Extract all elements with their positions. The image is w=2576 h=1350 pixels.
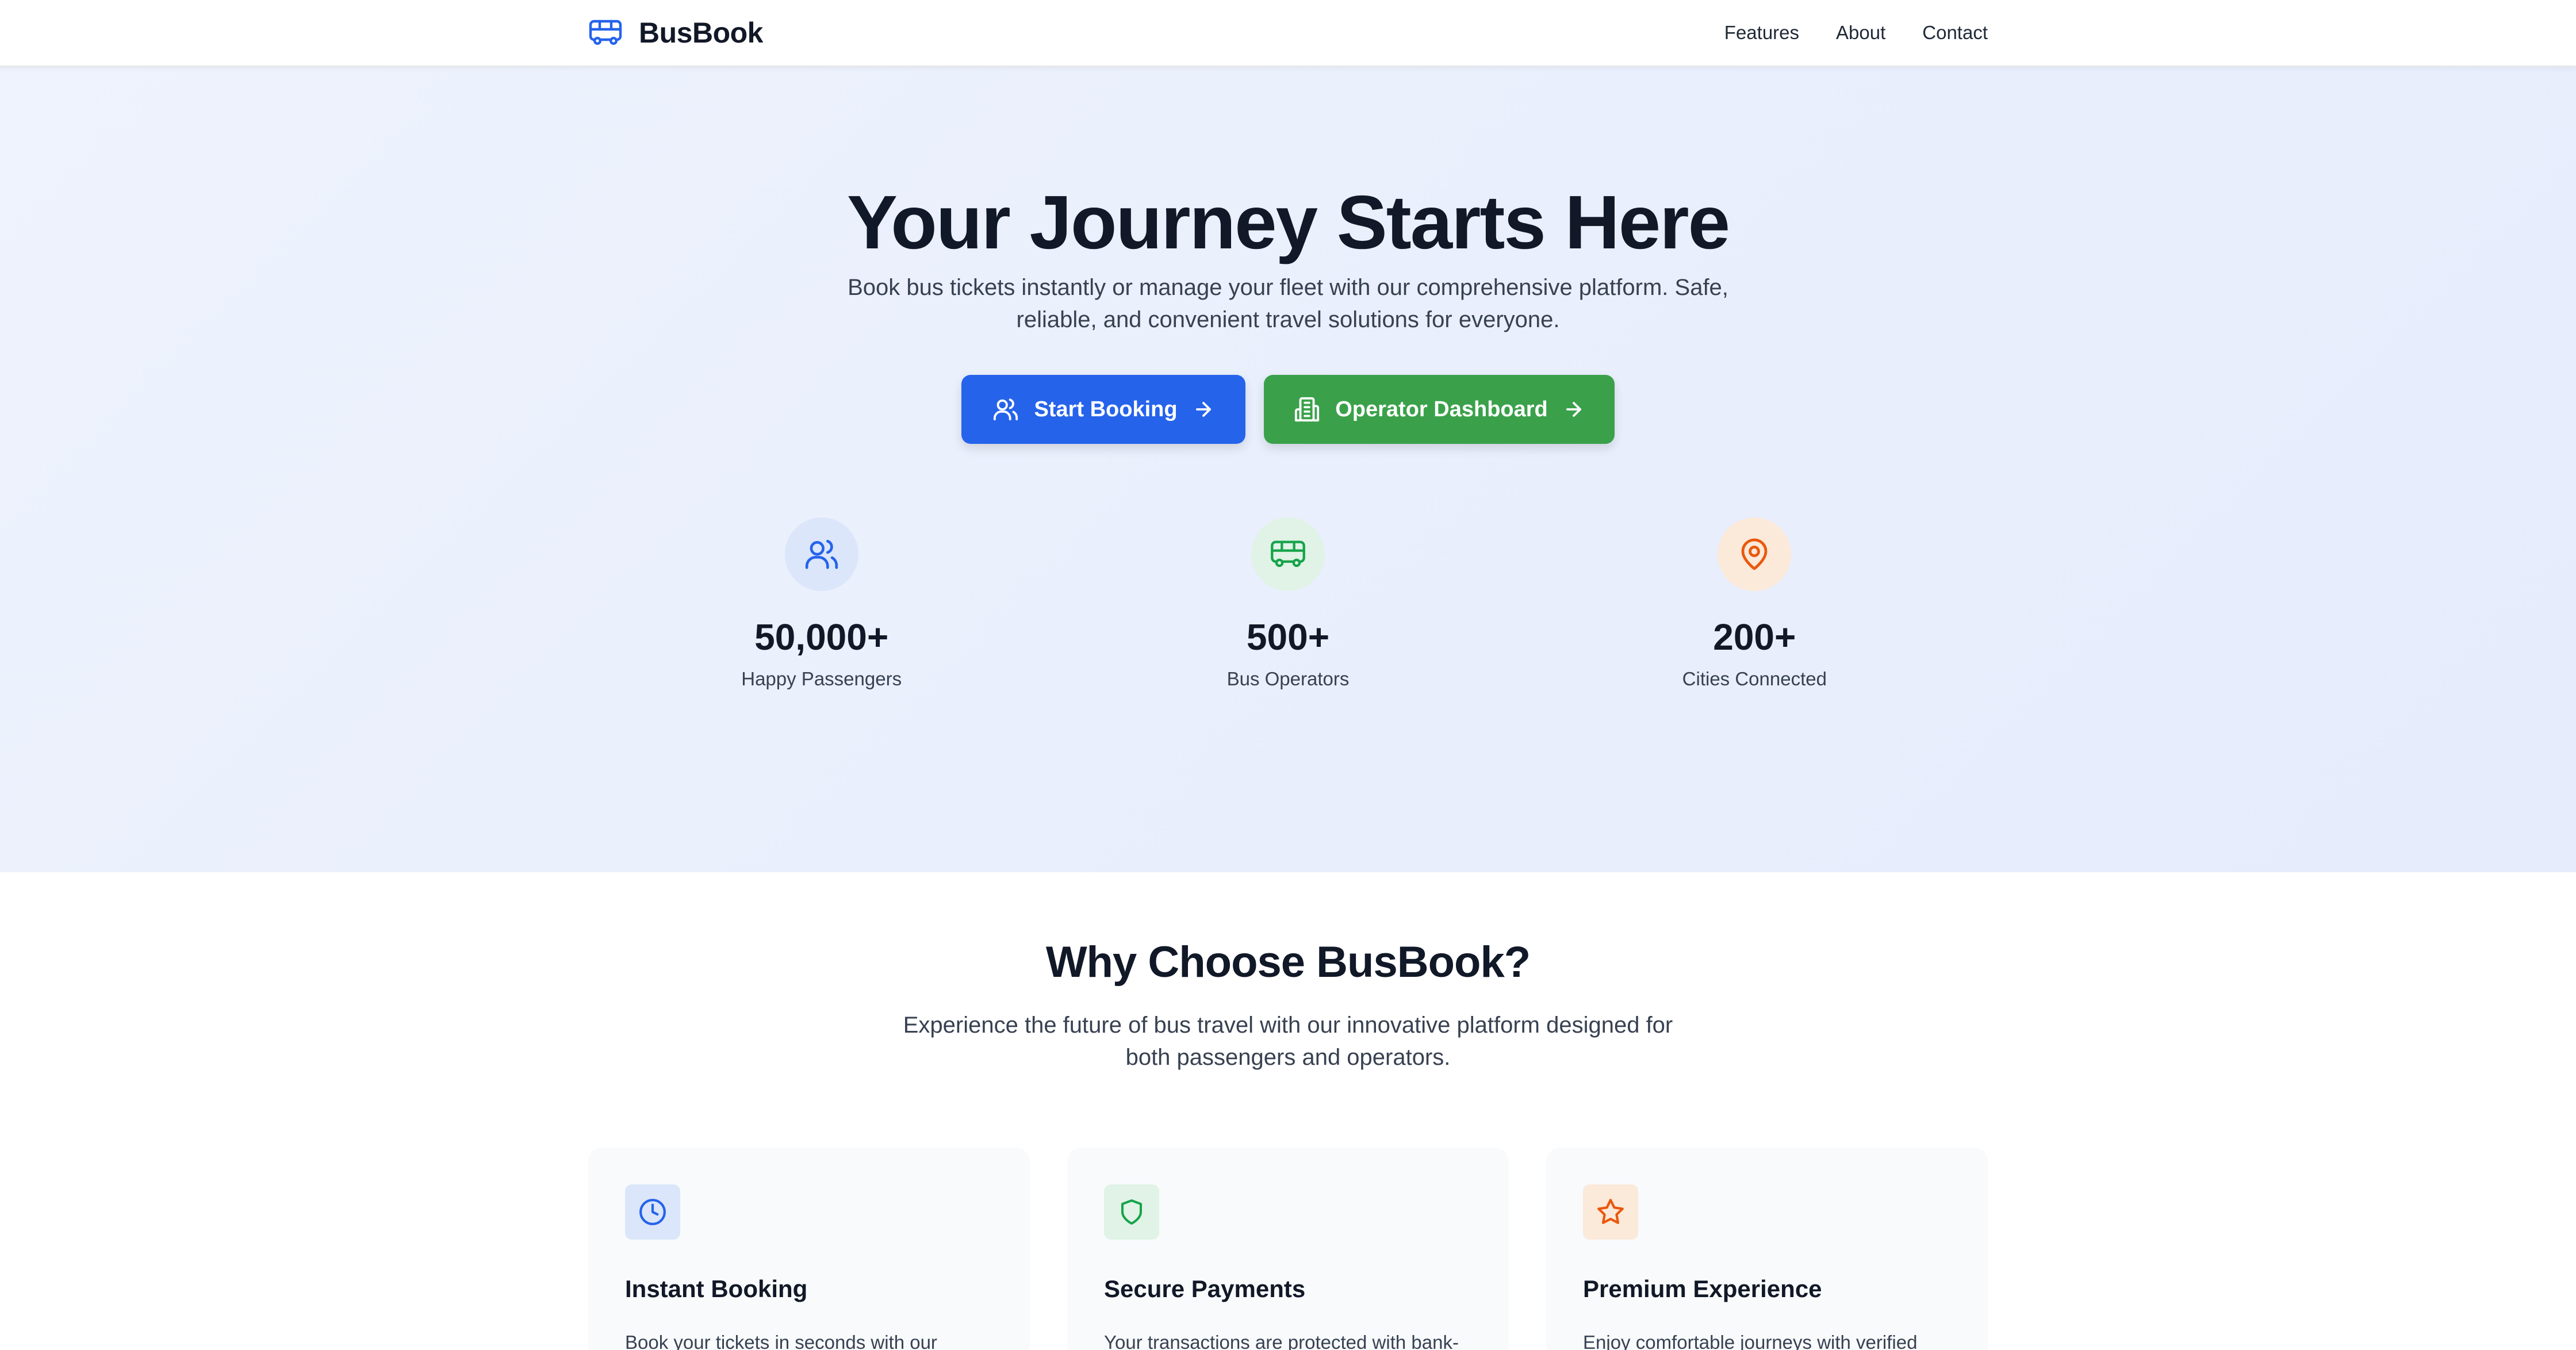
nav-link-about[interactable]: About — [1836, 22, 1885, 44]
nav-link-contact[interactable]: Contact — [1922, 22, 1988, 44]
card-title: Premium Experience — [1583, 1275, 1822, 1302]
nav-link-features[interactable]: Features — [1724, 22, 1799, 44]
top-navbar: BusBook Features About Contact — [0, 0, 2576, 67]
features-title: Why Choose BusBook? — [1045, 938, 1531, 987]
hero-subtitle: Book bus tickets instantly or manage you… — [848, 275, 1728, 332]
stat-icon-circle — [1251, 517, 1325, 591]
stat-value: 200+ — [1713, 616, 1796, 658]
features-subtitle: Experience the future of bus travel with… — [903, 1012, 1673, 1070]
clock-icon — [639, 1199, 666, 1225]
stat-passengers: 50,000+ Happy Passengers — [588, 517, 1055, 690]
feature-cards: Instant Booking Book your tickets in sec… — [588, 1148, 1988, 1350]
stat-icon-circle — [784, 517, 858, 591]
stat-operators: 500+ Bus Operators — [1055, 517, 1521, 690]
users-icon — [805, 539, 838, 569]
stats-row: 50,000+ Happy Passengers 500+ Bus Operat… — [588, 517, 1988, 690]
navbar-inner: BusBook Features About Contact — [588, 0, 1988, 66]
bus-icon — [1271, 540, 1305, 567]
star-icon — [1597, 1199, 1624, 1224]
feature-card-secure-payments: Secure Payments Your transactions are pr… — [1067, 1148, 1509, 1350]
bus-icon — [589, 20, 622, 45]
card-title: Instant Booking — [625, 1275, 808, 1302]
card-icon-box — [1583, 1184, 1638, 1240]
map-pin-icon — [1741, 538, 1768, 570]
stat-label: Happy Passengers — [741, 668, 902, 689]
stat-label: Cities Connected — [1682, 668, 1827, 689]
card-text: Book your tickets in seconds with our — [625, 1332, 937, 1350]
operator-dashboard-label: Operator Dashboard — [1335, 397, 1548, 421]
stat-label: Bus Operators — [1226, 668, 1350, 689]
hero-buttons: Start Booking Operator Dashboard — [0, 375, 2576, 444]
start-booking-button[interactable]: Start Booking — [961, 375, 1245, 444]
hero-title: Your Journey Starts Here — [846, 180, 1730, 264]
feature-card-instant-booking: Instant Booking Book your tickets in sec… — [588, 1148, 1030, 1350]
arrow-right-icon — [1566, 402, 1581, 417]
feature-card-premium-experience: Premium Experience Enjoy comfortable jou… — [1546, 1148, 1988, 1350]
stat-value: 50,000+ — [754, 616, 889, 658]
stat-cities: 200+ Cities Connected — [1521, 517, 1988, 690]
stat-icon-circle — [1718, 517, 1792, 591]
hero-section: Your Journey Starts Here Book bus ticket… — [0, 67, 2576, 872]
shield-icon — [1121, 1199, 1142, 1225]
card-title: Secure Payments — [1104, 1275, 1306, 1302]
stat-value: 500+ — [1246, 616, 1330, 658]
users-icon — [994, 398, 1018, 421]
card-text: Your transactions are protected with ban… — [1104, 1332, 1459, 1350]
card-text: Enjoy comfortable journeys with verified — [1583, 1332, 1918, 1350]
card-icon-box — [625, 1184, 680, 1240]
building-icon — [1295, 397, 1320, 422]
card-icon-box — [1104, 1184, 1159, 1240]
brand-name: BusBook — [639, 17, 763, 49]
operator-dashboard-button[interactable]: Operator Dashboard — [1264, 375, 1615, 444]
nav-links: Features About Contact — [1724, 22, 1988, 44]
brand-logo[interactable]: BusBook — [588, 16, 763, 49]
start-booking-label: Start Booking — [1034, 397, 1178, 421]
arrow-right-icon — [1195, 402, 1211, 417]
